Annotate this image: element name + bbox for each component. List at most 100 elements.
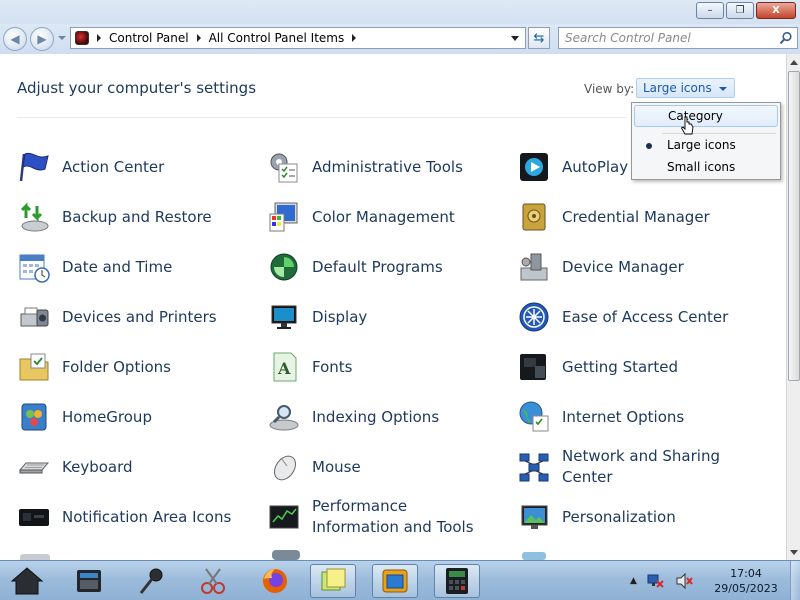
minimize-button[interactable]: – bbox=[696, 2, 724, 19]
selected-bullet-icon bbox=[646, 143, 652, 149]
vertical-scrollbar[interactable] bbox=[786, 54, 800, 560]
taskbar-firefox-button[interactable] bbox=[252, 564, 298, 598]
breadcrumb-control-panel[interactable]: Control Panel bbox=[109, 31, 189, 45]
address-history-dropdown[interactable] bbox=[505, 28, 525, 48]
scroll-down-button[interactable] bbox=[787, 544, 800, 560]
item-label: Administrative Tools bbox=[312, 157, 463, 176]
cp-item-ease-of-access-center[interactable]: Ease of Access Center bbox=[517, 295, 728, 339]
scissors-icon bbox=[201, 568, 225, 594]
taskbar-file-manager-button[interactable] bbox=[66, 564, 112, 598]
cp-item-indexing-options[interactable]: Indexing Options bbox=[267, 395, 439, 439]
cp-item-backup-and-restore[interactable]: Backup and Restore bbox=[17, 195, 212, 239]
menu-item-category[interactable]: Category bbox=[634, 105, 778, 127]
getting-started-icon bbox=[520, 354, 546, 380]
network-status-icon[interactable] bbox=[647, 573, 665, 589]
menu-item-label: Small icons bbox=[667, 160, 736, 174]
cp-item-autoplay[interactable]: AutoPlay bbox=[517, 145, 628, 189]
forward-button[interactable]: ▶ bbox=[30, 27, 54, 51]
item-label: Getting Started bbox=[562, 357, 678, 376]
forward-arrow-icon: ▶ bbox=[37, 32, 47, 46]
recent-pages-dropdown[interactable] bbox=[58, 36, 66, 40]
menu-item-small-icons[interactable]: Small icons bbox=[634, 157, 778, 179]
breadcrumb-arrow-icon[interactable] bbox=[196, 34, 201, 42]
cp-item-device-manager[interactable]: Device Manager bbox=[517, 245, 684, 289]
cp-item-devices-and-printers[interactable]: Devices and Printers bbox=[17, 295, 217, 339]
device-manager-icon bbox=[520, 253, 548, 281]
breadcrumb-arrow-icon[interactable] bbox=[97, 34, 101, 42]
close-button[interactable]: X bbox=[756, 2, 796, 19]
cp-item-display[interactable]: Display bbox=[267, 295, 367, 339]
cp-item-administrative-tools[interactable]: Administrative Tools bbox=[267, 145, 463, 189]
show-hidden-icons-button[interactable]: ▲ bbox=[630, 576, 637, 586]
item-label: Color Management bbox=[312, 207, 455, 226]
taskbar-home-button[interactable] bbox=[4, 564, 50, 598]
scroll-up-button[interactable] bbox=[787, 54, 800, 70]
cp-item-homegroup[interactable]: HomeGroup bbox=[17, 395, 152, 439]
window-controls: – ❐ X bbox=[696, 2, 796, 19]
cp-item-default-programs[interactable]: Default Programs bbox=[267, 245, 443, 289]
indexing-icon bbox=[269, 405, 299, 431]
cp-item-personalization[interactable]: Personalization bbox=[517, 495, 676, 539]
svg-text:A: A bbox=[277, 359, 291, 378]
cp-item-notification-area-icons[interactable]: Notification Area Icons bbox=[17, 495, 231, 539]
back-arrow-icon: ◀ bbox=[10, 32, 20, 46]
autoplay-icon bbox=[520, 153, 548, 181]
taskbar-clock[interactable]: 17:04 29/05/2023 bbox=[708, 566, 784, 596]
taskbar-microphone-button[interactable] bbox=[128, 564, 174, 598]
show-desktop-button[interactable] bbox=[790, 561, 800, 600]
item-label: Devices and Printers bbox=[62, 307, 217, 326]
search-input[interactable]: Search Control Panel bbox=[558, 27, 798, 49]
refresh-icon: ⇆ bbox=[533, 30, 545, 46]
back-button[interactable]: ◀ bbox=[3, 27, 27, 51]
cp-item-credential-manager[interactable]: Credential Manager bbox=[517, 195, 710, 239]
address-bar[interactable]: Control Panel All Control Panel Items bbox=[70, 27, 526, 49]
maximize-button[interactable]: ❐ bbox=[726, 2, 754, 19]
cp-item-action-center[interactable]: Action Center bbox=[17, 145, 164, 189]
cp-item-keyboard[interactable]: Keyboard bbox=[17, 445, 133, 489]
item-label: Internet Options bbox=[562, 407, 685, 426]
cp-item-color-management[interactable]: Color Management bbox=[267, 195, 455, 239]
divider bbox=[17, 117, 627, 118]
menu-item-large-icons[interactable]: Large icons bbox=[634, 135, 778, 157]
refresh-button[interactable]: ⇆ bbox=[528, 27, 550, 49]
backup-icon bbox=[20, 202, 49, 232]
taskbar-sticky-notes-button[interactable] bbox=[310, 564, 356, 598]
cp-item-mouse[interactable]: Mouse bbox=[267, 445, 361, 489]
item-label: Backup and Restore bbox=[62, 207, 212, 226]
search-icon[interactable] bbox=[779, 31, 793, 45]
view-by-value: Large icons bbox=[643, 81, 712, 95]
view-by-dropdown[interactable]: Large icons bbox=[636, 78, 735, 98]
view-by-menu: Category Large icons Small icons bbox=[631, 102, 781, 180]
menu-item-label: Category bbox=[668, 109, 723, 123]
cp-item-network-and-sharing-center[interactable]: Network and Sharing Center bbox=[517, 445, 722, 489]
cp-item-getting-started[interactable]: Getting Started bbox=[517, 345, 678, 389]
globe-icon bbox=[519, 401, 549, 432]
cp-item-folder-options[interactable]: Folder Options bbox=[17, 345, 171, 389]
cp-item-date-and-time[interactable]: Date and Time bbox=[17, 245, 172, 289]
cp-item-performance-information-and-tools[interactable]: Performance Information and Tools bbox=[267, 495, 492, 539]
title-bar: – ❐ X bbox=[0, 0, 800, 24]
item-label: Personalization bbox=[562, 507, 676, 526]
scroll-thumb[interactable] bbox=[788, 71, 800, 381]
search-placeholder: Search Control Panel bbox=[565, 31, 691, 45]
item-label: Notification Area Icons bbox=[62, 507, 232, 526]
color-management-icon bbox=[269, 202, 298, 232]
volume-muted-icon[interactable] bbox=[675, 573, 693, 589]
monitor-icon bbox=[271, 305, 297, 329]
firefox-icon bbox=[263, 569, 287, 593]
sticky-notes-icon bbox=[321, 568, 346, 591]
clock-time: 17:04 bbox=[730, 567, 762, 580]
cp-item-internet-options[interactable]: Internet Options bbox=[517, 395, 684, 439]
navigation-bar: ◀ ▶ Control Panel All Control Panel Item… bbox=[0, 24, 800, 54]
breadcrumb-arrow-icon[interactable] bbox=[352, 34, 357, 42]
taskbar-snipping-tool-button[interactable] bbox=[190, 564, 236, 598]
taskbar-calculator-app-button[interactable] bbox=[434, 564, 480, 598]
item-label: Fonts bbox=[312, 357, 353, 376]
breadcrumb-all-items[interactable]: All Control Panel Items bbox=[209, 31, 345, 45]
cp-item-fonts[interactable]: A Fonts bbox=[267, 345, 352, 389]
item-label: Ease of Access Center bbox=[562, 307, 729, 326]
partial-item-icon bbox=[272, 550, 300, 560]
taskbar-explorer-window-button[interactable] bbox=[372, 564, 418, 598]
item-label: Network and Sharing Center bbox=[562, 447, 720, 486]
network-icon bbox=[519, 453, 549, 482]
